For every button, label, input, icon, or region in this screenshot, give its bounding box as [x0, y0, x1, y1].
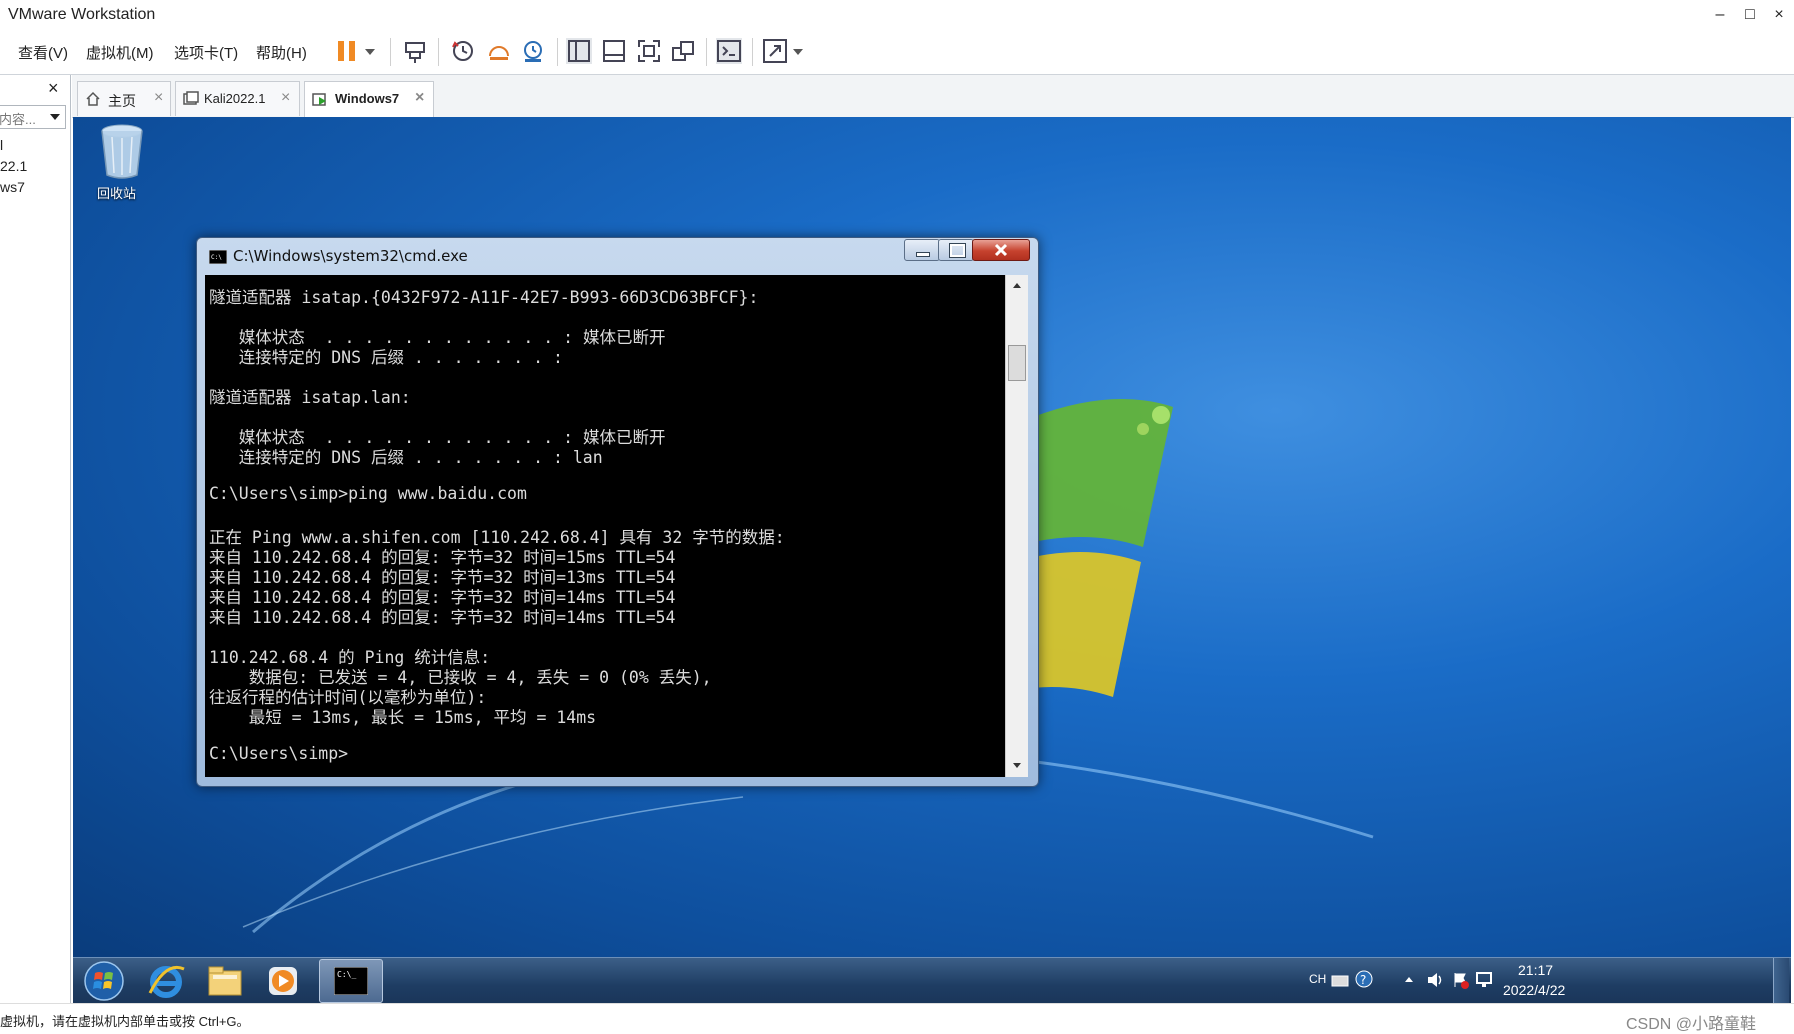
fullscreen-icon[interactable] — [636, 38, 662, 64]
terminal-icon[interactable] — [716, 38, 742, 64]
toolbar-separator — [438, 38, 439, 66]
show-desktop-button[interactable] — [1773, 958, 1789, 1004]
recycle-bin-icon — [101, 124, 143, 179]
toolbar-separator — [557, 38, 558, 66]
vm-icon — [183, 91, 199, 105]
console-line: 隧道适配器 isatap.{0432F972-A11F-42E7-B993-66… — [209, 288, 759, 307]
cmd-vertical-scrollbar[interactable] — [1005, 275, 1028, 777]
tab-kali[interactable]: Kali2022.1 × — [175, 81, 300, 116]
console-line: 最短 = 13ms, 最长 = 15ms, 平均 = 14ms — [209, 708, 597, 727]
minimize-button[interactable]: – — [1705, 2, 1735, 28]
toolbar-separator — [752, 38, 753, 66]
svg-text:?: ? — [1360, 973, 1366, 987]
svg-text:C:\: C:\ — [211, 254, 222, 261]
cmd-close-button[interactable] — [972, 239, 1030, 261]
app-title: VMware Workstation — [8, 6, 156, 23]
sidebar-search-input[interactable]: 内容... — [0, 105, 66, 129]
volume-icon[interactable] — [1425, 970, 1445, 990]
language-indicator[interactable]: CH — [1309, 972, 1326, 986]
console-line: 连接特定的 DNS 后缀 . . . . . . . : lan — [209, 448, 603, 467]
cmd-taskbar-button[interactable]: C:\_ — [319, 959, 383, 1003]
console-view-icon[interactable] — [601, 38, 627, 64]
start-orb-icon[interactable] — [83, 960, 125, 1002]
vmware-titlebar: VMware Workstation – □ × — [0, 0, 1794, 30]
menu-vm[interactable]: 虚拟机(M) — [86, 42, 154, 63]
library-sidebar: × 内容... l 22.1 ws7 — [0, 75, 71, 1003]
scroll-up-icon[interactable] — [1011, 280, 1023, 290]
sidebar-item-windows7[interactable]: ws7 — [0, 179, 25, 195]
cmd-window-title: C:\Windows\system32\cmd.exe — [233, 247, 468, 265]
stretch-icon[interactable] — [762, 38, 788, 64]
tray-expand-icon[interactable] — [1403, 973, 1415, 985]
tab-label: 主页 — [108, 93, 136, 109]
cmd-window[interactable]: C:\ C:\Windows\system32\cmd.exe 隧道适配器 is… — [196, 237, 1039, 787]
maximize-button[interactable]: □ — [1735, 2, 1765, 28]
scroll-down-icon[interactable] — [1011, 761, 1023, 771]
cmd-window-icon: C:\ — [209, 250, 227, 264]
tab-close-icon[interactable]: × — [154, 89, 163, 107]
tab-windows7[interactable]: Windows7 × — [304, 81, 434, 118]
unity-icon[interactable] — [670, 38, 696, 64]
sidebar-search-placeholder: 内容... — [0, 112, 36, 127]
scrollbar-thumb[interactable] — [1008, 345, 1026, 381]
cmd-minimize-button[interactable] — [904, 239, 940, 261]
guest-taskbar: C:\_ CH ? 21:17 2022/4/22 — [73, 957, 1791, 1004]
tray-date[interactable]: 2022/4/22 — [1503, 982, 1565, 998]
cmd-console-output[interactable]: 隧道适配器 isatap.{0432F972-A11F-42E7-B993-66… — [205, 275, 1005, 777]
console-line: 来自 110.242.68.4 的回复: 字节=32 时间=14ms TTL=5… — [209, 608, 676, 627]
file-explorer-icon[interactable] — [205, 961, 245, 1001]
tab-home[interactable]: 主页 × — [77, 81, 171, 116]
toolbar-separator — [390, 38, 391, 66]
console-line: C:\Users\simp>ping www.baidu.com — [209, 484, 527, 503]
network-icon[interactable] — [1475, 970, 1497, 990]
menu-view[interactable]: 查看(V) — [18, 42, 68, 63]
tab-close-icon[interactable]: × — [281, 89, 290, 107]
tab-label: Windows7 — [335, 91, 400, 106]
action-center-icon[interactable] — [1451, 970, 1471, 990]
vmware-statusbar: 虚拟机，请在虚拟机内部单击或按 Ctrl+G。 CSDN @小路童鞋 — [0, 1003, 1794, 1033]
svg-text:C:\_: C:\_ — [337, 970, 356, 979]
internet-explorer-icon[interactable] — [146, 961, 186, 1001]
menu-tabs[interactable]: 选项卡(T) — [174, 42, 238, 63]
tray-time[interactable]: 21:17 — [1518, 962, 1553, 978]
status-message: 虚拟机，请在虚拟机内部单击或按 Ctrl+G。 — [0, 1014, 250, 1029]
pause-icon[interactable] — [334, 38, 360, 64]
toolbar-separator — [706, 38, 707, 66]
console-line: 隧道适配器 isatap.lan: — [209, 388, 411, 407]
revert-snapshot-icon[interactable] — [486, 38, 512, 64]
console-prompt: C:\Users\simp> — [209, 744, 349, 763]
keyboard-icon[interactable] — [1331, 972, 1349, 988]
help-icon[interactable]: ? — [1355, 970, 1373, 988]
tab-label: Kali2022.1 — [204, 91, 266, 106]
stretch-dropdown-icon[interactable] — [790, 38, 806, 64]
close-icon — [994, 243, 1008, 257]
home-icon — [86, 91, 100, 106]
recycle-bin-label: 回收站 — [97, 186, 137, 201]
snapshot-manager-icon[interactable] — [520, 38, 546, 64]
sidebar-item-my-computer[interactable]: l — [0, 137, 3, 153]
dropdown-icon[interactable] — [362, 38, 378, 64]
recycle-bin[interactable]: 回收站 — [91, 123, 151, 203]
vm-tab-strip: 主页 × Kali2022.1 × Windows7 × — [72, 75, 1794, 118]
console-line: 连接特定的 DNS 后缀 . . . . . . . : — [209, 348, 563, 367]
menubar: 查看(V) 虚拟机(M) 选项卡(T) 帮助(H) — [0, 30, 1794, 75]
sidebar-close-icon[interactable]: × — [48, 78, 59, 99]
cmd-maximize-button[interactable] — [938, 239, 974, 261]
cmd-taskbar-icon: C:\_ — [334, 967, 368, 995]
tab-close-icon[interactable]: × — [415, 89, 424, 107]
snapshot-icon[interactable] — [450, 38, 476, 64]
watermark-text: CSDN @小路童鞋 — [1626, 1016, 1757, 1033]
chevron-down-icon[interactable] — [49, 111, 61, 123]
menu-help[interactable]: 帮助(H) — [256, 42, 307, 63]
library-view-icon[interactable] — [566, 38, 592, 64]
send-keys-icon[interactable] — [402, 38, 428, 64]
vm-running-icon — [312, 93, 326, 106]
close-button[interactable]: × — [1764, 2, 1794, 28]
media-player-icon[interactable] — [263, 961, 303, 1001]
sidebar-item-kali[interactable]: 22.1 — [0, 158, 27, 174]
